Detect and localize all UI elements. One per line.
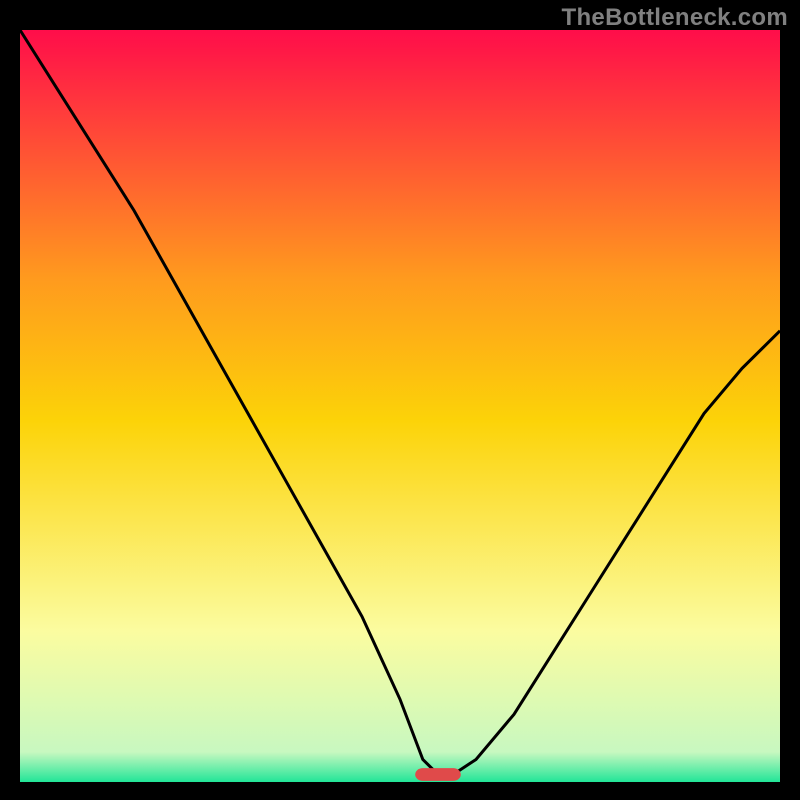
chart-frame: TheBottleneck.com — [0, 0, 800, 800]
plot-background — [20, 30, 780, 782]
attribution-label: TheBottleneck.com — [562, 4, 788, 32]
optimal-marker — [415, 768, 461, 781]
bottleneck-plot — [20, 30, 780, 782]
